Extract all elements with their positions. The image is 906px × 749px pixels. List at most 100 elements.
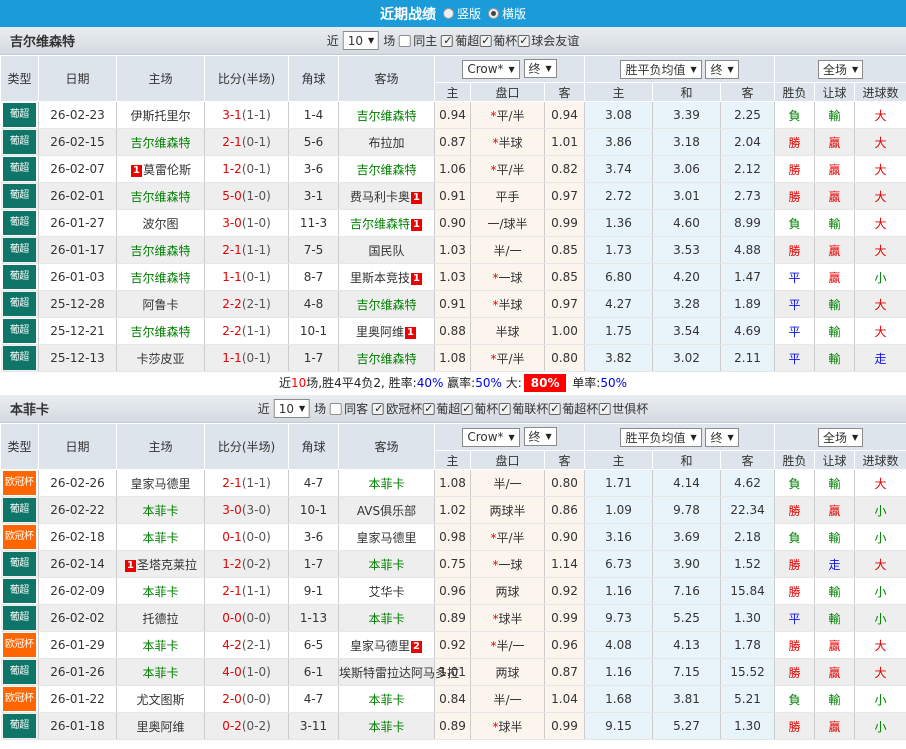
- away-team-name[interactable]: 本菲卡: [368, 693, 404, 707]
- away-team-name[interactable]: 里斯本竞技: [350, 271, 410, 285]
- away-team-name[interactable]: 本菲卡: [368, 558, 404, 572]
- same-venue-checkbox[interactable]: 同主: [399, 32, 437, 49]
- competition-checkbox[interactable]: 葡超: [441, 32, 479, 49]
- away-team-cell: 本菲卡: [339, 605, 435, 632]
- handicap-result-cell: 輸: [815, 605, 855, 632]
- home-team-name[interactable]: 本菲卡: [142, 639, 178, 653]
- home-team-name[interactable]: 里奥阿维: [136, 720, 184, 734]
- date-cell: 26-02-02: [39, 605, 117, 632]
- avg-final-select[interactable]: 终▼: [705, 60, 738, 79]
- home-team-name[interactable]: 伊斯托里尔: [130, 109, 190, 123]
- avg-home-cell: 1.68: [585, 686, 653, 713]
- home-team-name[interactable]: 吉尔维森特: [130, 271, 190, 285]
- home-team-name[interactable]: 波尔图: [142, 217, 178, 231]
- away-team-name[interactable]: 里奥阿维: [356, 325, 404, 339]
- odds-company-select[interactable]: Crow*▼: [462, 428, 519, 447]
- avg-odds-select[interactable]: 胜平负均值▼: [620, 60, 701, 79]
- handicap-result-cell: 贏: [815, 156, 855, 183]
- layout-radio-horizontal[interactable]: 横版: [488, 5, 526, 22]
- away-team-name[interactable]: 本菲卡: [368, 477, 404, 491]
- league-tag: 葡超: [3, 660, 37, 684]
- avg-final-select[interactable]: 终▼: [705, 428, 738, 447]
- match-table-1: 类型 日期 主场 比分(半场) 角球 客场 Crow*▼ 终▼ 胜平负均值▼ 终…: [0, 55, 906, 372]
- scope-header: 全场▼: [775, 56, 906, 83]
- away-team-name[interactable]: 本菲卡: [368, 720, 404, 734]
- recent-count-select[interactable]: 10▼: [274, 399, 310, 418]
- goals-result-cell: 大: [855, 632, 906, 659]
- halftime-score: (3-0): [242, 503, 271, 517]
- away-team-name[interactable]: 吉尔维森特: [356, 109, 416, 123]
- home-team-name[interactable]: 本菲卡: [142, 504, 178, 518]
- competition-checkbox[interactable]: 葡杯: [479, 32, 517, 49]
- competition-checkbox[interactable]: 葡超: [422, 400, 460, 417]
- home-team-name[interactable]: 吉尔维森特: [130, 136, 190, 150]
- home-team-cell: 本菲卡: [117, 497, 205, 524]
- away-team-name[interactable]: 布拉加: [368, 136, 404, 150]
- competition-checkbox[interactable]: 葡联杯: [498, 400, 548, 417]
- home-team-name[interactable]: 吉尔维森特: [130, 244, 190, 258]
- sub-avg-away: 客: [721, 83, 775, 102]
- home-team-name[interactable]: 托德拉: [142, 612, 178, 626]
- avg-away-cell: 1.52: [721, 551, 775, 578]
- halftime-score: (2-1): [242, 297, 271, 311]
- competition-checkbox[interactable]: 球会友谊: [517, 32, 579, 49]
- home-team-name[interactable]: 吉尔维森特: [130, 325, 190, 339]
- home-team-name[interactable]: 本菲卡: [142, 585, 178, 599]
- away-team-cell: 国民队: [339, 237, 435, 264]
- away-team-name[interactable]: 皇家马德里: [356, 531, 416, 545]
- away-team-name[interactable]: 吉尔维森特: [356, 163, 416, 177]
- home-team-name[interactable]: 吉尔维森特: [130, 190, 190, 204]
- away-team-name[interactable]: 吉尔维森特: [350, 217, 410, 231]
- home-team-name[interactable]: 莫雷伦斯: [143, 163, 191, 177]
- layout-radio-vertical[interactable]: 竖版: [443, 5, 481, 22]
- league-cell: 葡超: [1, 291, 39, 318]
- result-cell: 平: [775, 318, 815, 345]
- home-team-name[interactable]: 本菲卡: [142, 531, 178, 545]
- score-cell: 2-1(1-1): [205, 578, 289, 605]
- away-team-name[interactable]: 吉尔维森特: [356, 352, 416, 366]
- away-team-name[interactable]: AVS俱乐部: [357, 504, 416, 518]
- corners-cell: 11-3: [289, 210, 339, 237]
- fulltime-score: 5-0: [222, 189, 242, 203]
- odds-final-select[interactable]: 终▼: [524, 427, 557, 446]
- odds-company-select[interactable]: Crow*▼: [462, 60, 519, 79]
- fulltime-score: 2-2: [222, 324, 242, 338]
- home-team-name[interactable]: 本菲卡: [142, 666, 178, 680]
- odds-away-cell: 0.90: [545, 524, 585, 551]
- handicap-cell: 平手: [471, 183, 545, 210]
- handicap-cell: 一/球半: [471, 210, 545, 237]
- away-team-name[interactable]: 皇家马德里: [350, 639, 410, 653]
- away-team-name[interactable]: 费马利卡奥: [350, 190, 410, 204]
- away-team-name[interactable]: 本菲卡: [368, 612, 404, 626]
- home-team-name[interactable]: 皇家马德里: [130, 477, 190, 491]
- away-team-name[interactable]: 吉尔维森特: [356, 298, 416, 312]
- competition-checkbox[interactable]: 世俱杯: [598, 400, 648, 417]
- competition-checkbox[interactable]: 葡超杯: [548, 400, 598, 417]
- league-tag: 葡超: [3, 184, 37, 208]
- odds-away-cell: 0.97: [545, 183, 585, 210]
- red-card-badge: 1: [125, 560, 136, 572]
- odds-away-cell: 1.01: [545, 129, 585, 156]
- league-cell: 葡超: [1, 237, 39, 264]
- home-team-name[interactable]: 尤文图斯: [136, 693, 184, 707]
- home-team-name[interactable]: 阿鲁卡: [142, 298, 178, 312]
- scope-select[interactable]: 全场▼: [818, 428, 863, 447]
- match-table-body-1: 葡超26-02-23伊斯托里尔3-1(1-1)1-4吉尔维森特0.94*平/半0…: [1, 102, 906, 372]
- recent-count-select[interactable]: 10▼: [343, 31, 379, 50]
- avg-away-cell: 4.69: [721, 318, 775, 345]
- odds-away-cell: 0.80: [545, 470, 585, 497]
- halftime-score: (0-1): [242, 351, 271, 365]
- col-type: 类型: [1, 56, 39, 102]
- goals-result-cell: 小: [855, 264, 906, 291]
- scope-select[interactable]: 全场▼: [818, 60, 863, 79]
- competition-checkbox[interactable]: 欧冠杯: [372, 400, 422, 417]
- away-team-name[interactable]: 国民队: [368, 244, 404, 258]
- avg-odds-select[interactable]: 胜平负均值▼: [620, 428, 701, 447]
- away-team-name[interactable]: 艾华卡: [368, 585, 404, 599]
- home-team-name[interactable]: 圣塔克莱拉: [137, 558, 197, 572]
- date-cell: 26-01-27: [39, 210, 117, 237]
- home-team-name[interactable]: 卡莎皮亚: [136, 352, 184, 366]
- same-venue-checkbox[interactable]: 同客: [330, 400, 368, 417]
- competition-checkbox[interactable]: 葡杯: [460, 400, 498, 417]
- odds-final-select[interactable]: 终▼: [524, 59, 557, 78]
